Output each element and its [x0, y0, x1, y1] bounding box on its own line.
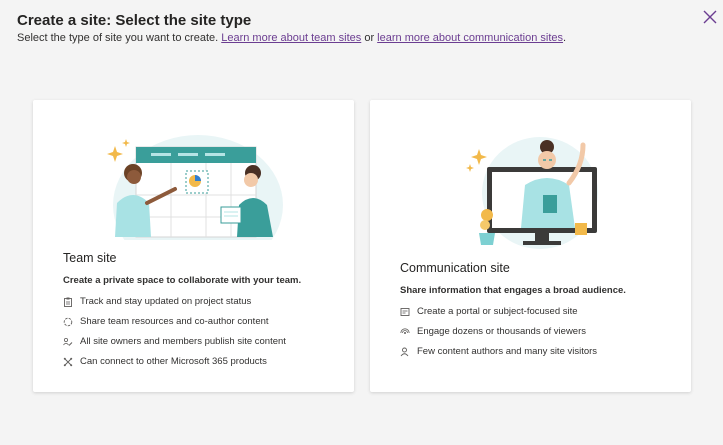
communication-site-illustration	[466, 137, 598, 249]
sync-icon	[63, 317, 73, 327]
connect-icon	[63, 357, 73, 367]
communication-feature-item: Engage dozens or thousands of viewers	[400, 326, 586, 337]
team-feature-item: All site owners and members publish site…	[63, 336, 286, 347]
team-feature-text: Can connect to other Microsoft 365 produ…	[80, 356, 267, 367]
team-site-card[interactable]: Team site Create a private space to coll…	[33, 100, 354, 392]
team-feature-text: Share team resources and co-author conte…	[80, 316, 269, 327]
clipboard-icon	[63, 297, 73, 307]
communication-feature-item: Create a portal or subject-focused site	[400, 306, 578, 317]
communication-site-card[interactable]: Communication site Share information tha…	[370, 100, 691, 392]
team-site-title: Team site	[63, 251, 117, 265]
people-edit-icon	[63, 337, 73, 347]
close-button[interactable]	[701, 8, 719, 26]
broadcast-icon	[400, 327, 410, 337]
subtitle-or: or	[364, 32, 375, 44]
team-site-description: Create a private space to collaborate wi…	[63, 275, 302, 286]
communication-site-description: Share information that engages a broad a…	[400, 285, 626, 296]
person-icon	[400, 347, 410, 357]
team-site-illustration	[107, 135, 283, 240]
communication-sites-link[interactable]: learn more about communication sites	[377, 32, 563, 44]
subtitle-period: .	[563, 32, 567, 44]
page-title: Create a site: Select the site type	[17, 12, 252, 29]
communication-site-title: Communication site	[400, 261, 510, 275]
communication-feature-item: Few content authors and many site visito…	[400, 346, 597, 357]
communication-feature-text: Few content authors and many site visito…	[417, 346, 598, 357]
communication-feature-text: Engage dozens or thousands of viewers	[417, 326, 586, 337]
page-subtitle: Select the type of site you want to crea…	[17, 32, 566, 44]
team-feature-text: All site owners and members publish site…	[80, 336, 286, 347]
communication-feature-text: Create a portal or subject-focused site	[417, 306, 578, 317]
team-feature-item: Track and stay updated on project status	[63, 296, 251, 307]
news-icon	[400, 307, 410, 317]
team-feature-text: Track and stay updated on project status	[80, 296, 252, 307]
subtitle-text: Select the type of site you want to crea…	[17, 32, 219, 44]
team-feature-item: Can connect to other Microsoft 365 produ…	[63, 356, 267, 367]
team-sites-link[interactable]: Learn more about team sites	[221, 32, 361, 44]
close-icon	[703, 10, 717, 24]
team-feature-item: Share team resources and co-author conte…	[63, 316, 269, 327]
